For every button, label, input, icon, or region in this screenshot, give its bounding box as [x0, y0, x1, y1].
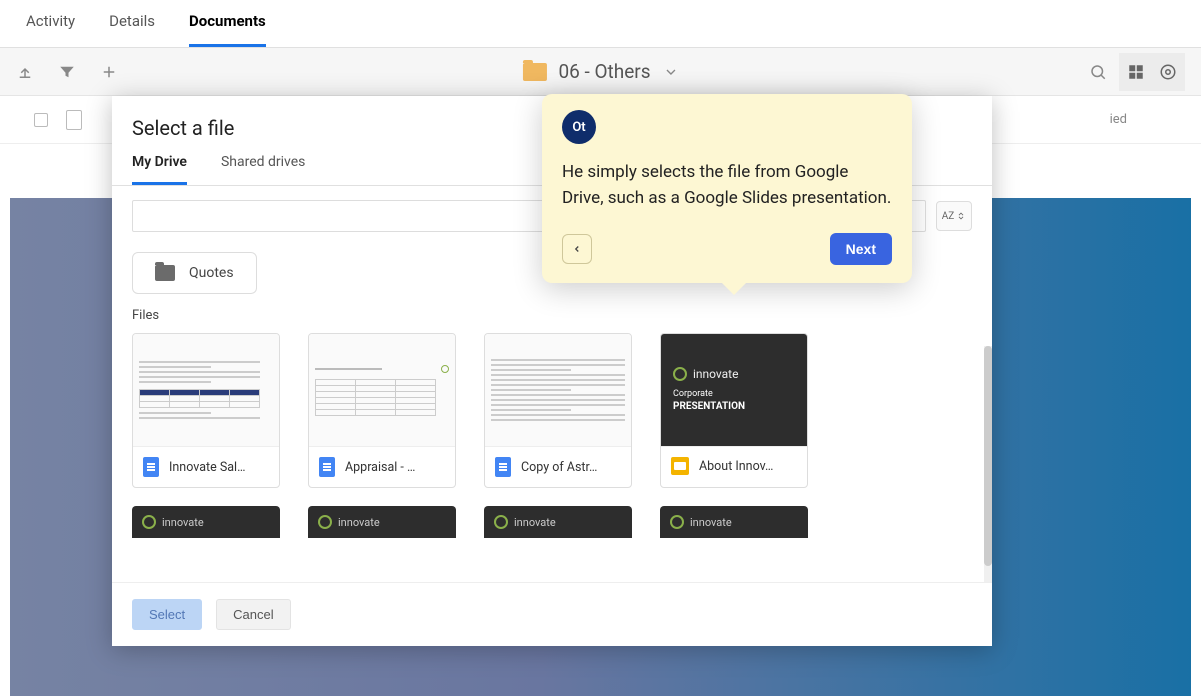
file-card[interactable]: Copy of Astr…	[484, 333, 632, 488]
tour-callout: Ot He simply selects the file from Googl…	[542, 94, 912, 283]
tab-activity[interactable]: Activity	[26, 12, 75, 47]
file-card[interactable]: innovate	[308, 506, 456, 538]
tab-documents[interactable]: Documents	[189, 12, 266, 47]
tab-details[interactable]: Details	[109, 12, 155, 47]
checkbox[interactable]	[34, 113, 48, 127]
chevron-down-icon	[663, 64, 679, 80]
file-name: Innovate Sal…	[169, 460, 269, 475]
tour-text: He simply selects the file from Google D…	[562, 160, 892, 211]
folder-quotes[interactable]: Quotes	[132, 252, 257, 294]
tab-shared-drives[interactable]: Shared drives	[221, 154, 305, 185]
folder-icon	[155, 265, 175, 281]
tab-my-drive[interactable]: My Drive	[132, 154, 187, 185]
files-heading: Files	[132, 308, 972, 323]
toolbar: 06 - Others	[0, 48, 1201, 96]
file-card[interactable]: innovate	[660, 506, 808, 538]
file-name: Appraisal - …	[345, 460, 445, 475]
search-icon[interactable]	[1089, 63, 1107, 81]
file-name: Copy of Astr…	[521, 460, 621, 475]
select-button[interactable]: Select	[132, 599, 202, 630]
file-thumbnail	[485, 334, 631, 446]
file-card[interactable]: innovate CorporatePRESENTATION About Inn…	[660, 333, 808, 488]
google-doc-icon	[143, 457, 159, 477]
scrollbar-track[interactable]	[984, 346, 992, 582]
upload-icon[interactable]	[16, 63, 34, 81]
top-tabs: Activity Details Documents	[0, 0, 1201, 48]
google-doc-icon	[319, 457, 335, 477]
scrollbar-thumb[interactable]	[984, 346, 992, 566]
file-card[interactable]: innovate	[484, 506, 632, 538]
tour-badge: Ot	[562, 110, 596, 144]
tour-next-button[interactable]: Next	[830, 233, 892, 265]
cancel-button[interactable]: Cancel	[216, 599, 290, 630]
file-card[interactable]: innovate	[132, 506, 280, 538]
folder-name: 06 - Others	[558, 60, 650, 83]
file-thumbnail	[133, 334, 279, 446]
folder-icon	[522, 63, 546, 81]
sort-button[interactable]: AZ	[936, 201, 972, 231]
breadcrumb[interactable]: 06 - Others	[522, 60, 678, 83]
gear-icon[interactable]	[1159, 63, 1177, 81]
google-slides-icon	[671, 457, 689, 475]
row-trailing-text: ied	[1110, 112, 1127, 127]
file-card[interactable]: Appraisal - …	[308, 333, 456, 488]
grid-view-icon[interactable]	[1127, 63, 1145, 81]
folder-label: Quotes	[189, 265, 234, 281]
file-name: About Innov…	[699, 459, 797, 474]
google-doc-icon	[495, 457, 511, 477]
file-icon	[66, 110, 82, 130]
file-thumbnail	[309, 334, 455, 446]
tour-back-button[interactable]	[562, 234, 592, 264]
filter-icon[interactable]	[58, 63, 76, 81]
plus-icon[interactable]	[100, 63, 118, 81]
file-thumbnail: innovate CorporatePRESENTATION	[661, 334, 807, 446]
file-card[interactable]: Innovate Sal…	[132, 333, 280, 488]
